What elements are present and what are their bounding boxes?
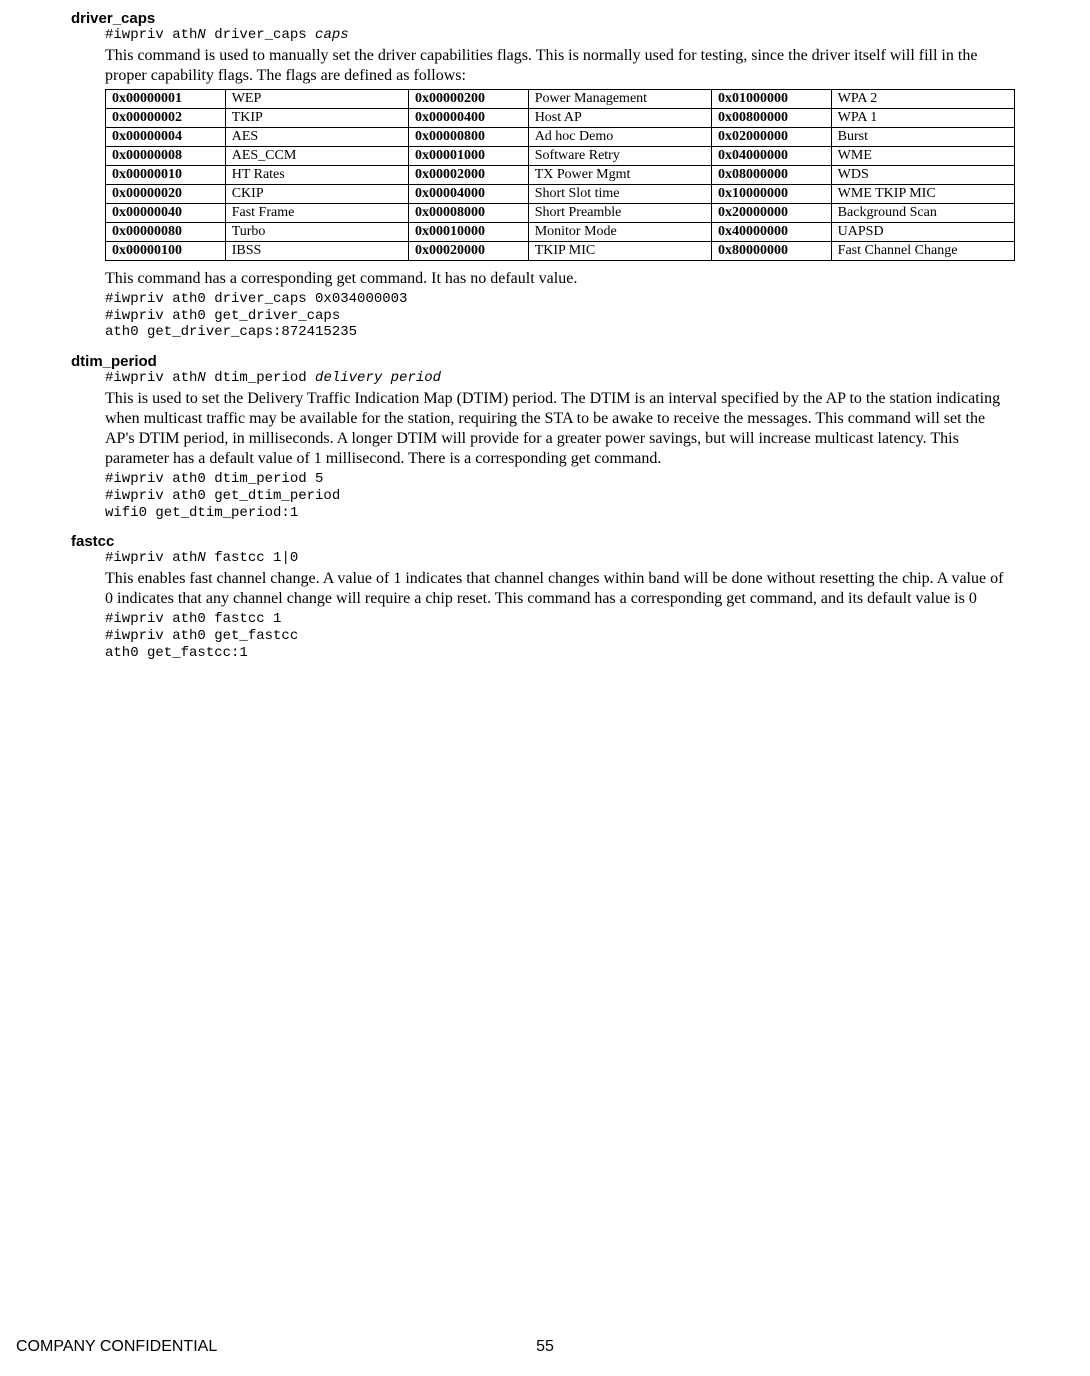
syntax-mid: driver_caps <box>206 27 315 43</box>
paragraph: This is used to set the Delivery Traffic… <box>105 389 1015 469</box>
name-cell: Background Scan <box>831 203 1014 222</box>
name-cell: CKIP <box>225 184 408 203</box>
syntax-n: N <box>197 27 205 43</box>
name-cell: Monitor Mode <box>528 222 711 241</box>
name-cell: Turbo <box>225 222 408 241</box>
table-row: 0x00000001WEP0x00000200Power Management0… <box>106 89 1015 108</box>
name-cell: TKIP <box>225 108 408 127</box>
hex-cell: 0x00020000 <box>408 241 528 260</box>
name-cell: IBSS <box>225 241 408 260</box>
paragraph: This command has a corresponding get com… <box>105 269 1015 289</box>
hex-cell: 0x00800000 <box>711 108 831 127</box>
hex-cell: 0x00010000 <box>408 222 528 241</box>
name-cell: WPA 2 <box>831 89 1014 108</box>
name-cell: Fast Channel Change <box>831 241 1014 260</box>
hex-cell: 0x40000000 <box>711 222 831 241</box>
page-number: 55 <box>16 1338 1074 1356</box>
hex-cell: 0x00000008 <box>106 146 226 165</box>
name-cell: WPA 1 <box>831 108 1014 127</box>
hex-cell: 0x00000800 <box>408 127 528 146</box>
syntax-n: N <box>197 370 205 386</box>
paragraph: This enables fast channel change. A valu… <box>105 569 1015 609</box>
name-cell: WDS <box>831 165 1014 184</box>
hex-cell: 0x00002000 <box>408 165 528 184</box>
hex-cell: 0x20000000 <box>711 203 831 222</box>
hex-cell: 0x00008000 <box>408 203 528 222</box>
name-cell: Software Retry <box>528 146 711 165</box>
hex-cell: 0x00000010 <box>106 165 226 184</box>
name-cell: UAPSD <box>831 222 1014 241</box>
syntax-n: N <box>197 550 205 566</box>
hex-cell: 0x00000200 <box>408 89 528 108</box>
code-example: #iwpriv ath0 fastcc 1 #iwpriv ath0 get_f… <box>105 611 1015 661</box>
hex-cell: 0x00004000 <box>408 184 528 203</box>
hex-cell: 0x00000004 <box>106 127 226 146</box>
name-cell: Burst <box>831 127 1014 146</box>
name-cell: TKIP MIC <box>528 241 711 260</box>
hex-cell: 0x00001000 <box>408 146 528 165</box>
page-footer: COMPANY CONFIDENTIAL 55 <box>16 1338 1074 1356</box>
table-row: 0x00000002TKIP0x00000400Host AP0x0080000… <box>106 108 1015 127</box>
syntax-line: #iwpriv athN fastcc 1|0 <box>105 550 1015 567</box>
name-cell: AES_CCM <box>225 146 408 165</box>
name-cell: Short Slot time <box>528 184 711 203</box>
name-cell: AES <box>225 127 408 146</box>
name-cell: WEP <box>225 89 408 108</box>
heading-fastcc: fastcc <box>71 533 1015 550</box>
hex-cell: 0x00000001 <box>106 89 226 108</box>
syntax-arg: caps <box>315 27 349 43</box>
table-row: 0x00000004AES0x00000800Ad hoc Demo0x0200… <box>106 127 1015 146</box>
syntax-line: #iwpriv athN dtim_period delivery period <box>105 370 1015 387</box>
hex-cell: 0x00000020 <box>106 184 226 203</box>
paragraph: This command is used to manually set the… <box>105 46 1015 86</box>
name-cell: Power Management <box>528 89 711 108</box>
table-row: 0x00000100IBSS0x00020000TKIP MIC0x800000… <box>106 241 1015 260</box>
hex-cell: 0x00000040 <box>106 203 226 222</box>
hex-cell: 0x08000000 <box>711 165 831 184</box>
hex-cell: 0x00000100 <box>106 241 226 260</box>
name-cell: TX Power Mgmt <box>528 165 711 184</box>
hex-cell: 0x00000400 <box>408 108 528 127</box>
syntax-arg: delivery period <box>315 370 441 386</box>
name-cell: HT Rates <box>225 165 408 184</box>
heading-dtim-period: dtim_period <box>71 353 1015 370</box>
syntax-prefix: #iwpriv ath <box>105 370 197 386</box>
heading-driver-caps: driver_caps <box>71 10 1015 27</box>
name-cell: Host AP <box>528 108 711 127</box>
table-row: 0x00000040Fast Frame0x00008000Short Prea… <box>106 203 1015 222</box>
name-cell: WME <box>831 146 1014 165</box>
name-cell: Ad hoc Demo <box>528 127 711 146</box>
hex-cell: 0x01000000 <box>711 89 831 108</box>
syntax-mid: fastcc 1|0 <box>206 550 298 566</box>
capabilities-table: 0x00000001WEP0x00000200Power Management0… <box>105 89 1015 261</box>
hex-cell: 0x10000000 <box>711 184 831 203</box>
code-example: #iwpriv ath0 dtim_period 5 #iwpriv ath0 … <box>105 471 1015 521</box>
hex-cell: 0x04000000 <box>711 146 831 165</box>
hex-cell: 0x02000000 <box>711 127 831 146</box>
syntax-prefix: #iwpriv ath <box>105 550 197 566</box>
name-cell: WME TKIP MIC <box>831 184 1014 203</box>
table-row: 0x00000020CKIP0x00004000Short Slot time0… <box>106 184 1015 203</box>
syntax-line: #iwpriv athN driver_caps caps <box>105 27 1015 44</box>
code-example: #iwpriv ath0 driver_caps 0x034000003 #iw… <box>105 291 1015 341</box>
name-cell: Fast Frame <box>225 203 408 222</box>
table-row: 0x00000080Turbo0x00010000Monitor Mode0x4… <box>106 222 1015 241</box>
hex-cell: 0x00000080 <box>106 222 226 241</box>
table-row: 0x00000008AES_CCM0x00001000Software Retr… <box>106 146 1015 165</box>
name-cell: Short Preamble <box>528 203 711 222</box>
syntax-mid: dtim_period <box>206 370 315 386</box>
hex-cell: 0x80000000 <box>711 241 831 260</box>
hex-cell: 0x00000002 <box>106 108 226 127</box>
syntax-prefix: #iwpriv ath <box>105 27 197 43</box>
table-row: 0x00000010HT Rates0x00002000TX Power Mgm… <box>106 165 1015 184</box>
